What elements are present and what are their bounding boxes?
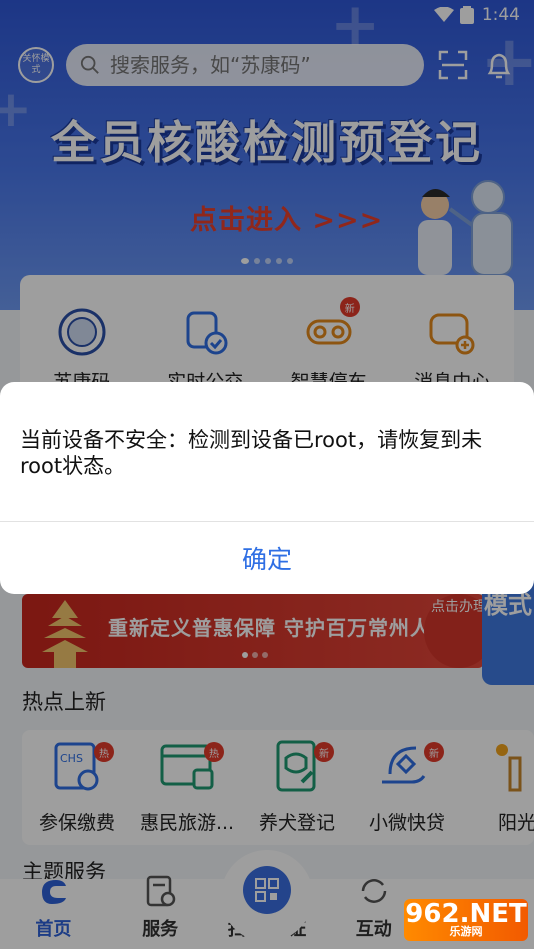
dialog-message: 当前设备不安全：检测到设备已root，请恢复到未root状态。 [20,428,483,478]
security-alert-dialog: 当前设备不安全：检测到设备已root，请恢复到未root状态。 确定 [0,382,534,594]
watermark-logo: 962.NET 乐游网 [404,899,528,941]
confirm-button[interactable]: 确定 [0,522,534,594]
